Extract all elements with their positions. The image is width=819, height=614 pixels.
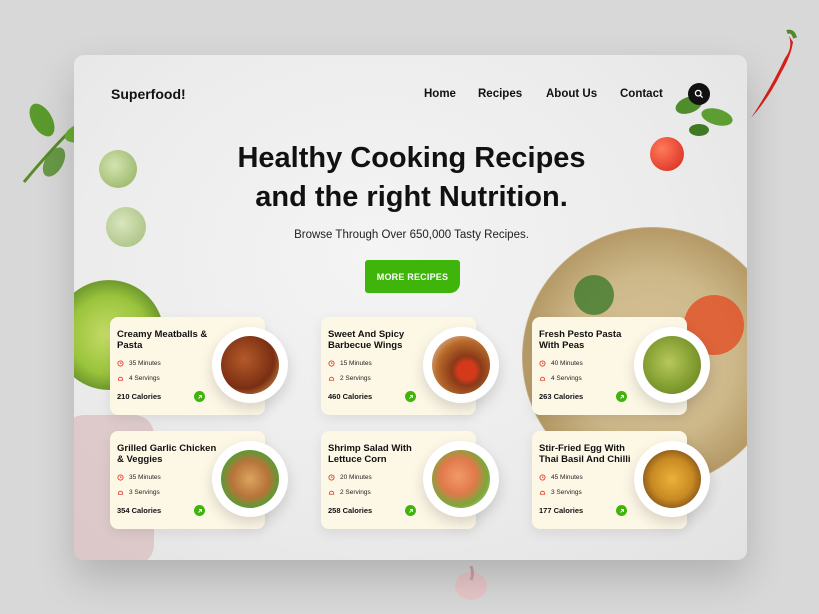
recipe-card[interactable]: Creamy Meatballs & Pasta 35 Minutes 4 Se…: [110, 317, 288, 415]
recipe-time: 35 Minutes: [117, 474, 161, 481]
arrow-up-right-icon: [619, 508, 624, 513]
serving-dish-icon: [539, 490, 546, 495]
recipe-image: [212, 441, 288, 517]
recipe-servings: 2 Servings: [328, 375, 371, 382]
recipe-title: Fresh Pesto Pasta With Peas: [539, 329, 622, 351]
serving-dish-icon: [328, 376, 335, 381]
recipe-card[interactable]: Stir-Fried Egg With Thai Basil And Chill…: [532, 431, 710, 529]
brussels-sprout-decoration: [99, 150, 137, 188]
arrow-up-right-icon: [197, 394, 202, 399]
garlic-decoration: [455, 565, 487, 600]
recipe-time: 40 Minutes: [539, 360, 583, 367]
search-icon: [694, 89, 704, 99]
serving-dish-icon: [328, 490, 335, 495]
recipe-servings: 3 Servings: [117, 489, 160, 496]
open-recipe-button[interactable]: [616, 505, 627, 516]
recipe-title: Sweet And Spicy Barbecue Wings: [328, 329, 405, 351]
recipe-servings: 4 Servings: [539, 375, 582, 382]
broccoli-decoration: [574, 275, 614, 315]
recipe-card[interactable]: Fresh Pesto Pasta With Peas 40 Minutes 4…: [532, 317, 710, 415]
recipe-title: Stir-Fried Egg With Thai Basil And Chill…: [539, 443, 631, 465]
open-recipe-button[interactable]: [194, 391, 205, 402]
pesto-pasta-image: [643, 336, 701, 394]
hero-subtitle: Browse Through Over 650,000 Tasty Recipe…: [294, 229, 529, 241]
arrow-up-right-icon: [408, 394, 413, 399]
chili-decoration: [751, 29, 797, 118]
grilled-chicken-image: [221, 450, 279, 508]
recipe-calories: 460 Calories: [328, 392, 373, 401]
recipe-image: [423, 441, 499, 517]
recipe-card[interactable]: Grilled Garlic Chicken & Veggies 35 Minu…: [110, 431, 288, 529]
serving-dish-icon: [117, 490, 124, 495]
recipe-time: 45 Minutes: [539, 474, 583, 481]
recipe-card[interactable]: Sweet And Spicy Barbecue Wings 15 Minute…: [321, 317, 499, 415]
top-navigation: Superfood! Home Recipes About Us Contact: [74, 55, 747, 135]
open-recipe-button[interactable]: [405, 505, 416, 516]
recipe-image: [634, 441, 710, 517]
brand-logo[interactable]: Superfood!: [111, 86, 186, 102]
recipe-calories: 263 Calories: [539, 392, 584, 401]
hero-title: Healthy Cooking Recipes and the right Nu…: [174, 139, 649, 217]
barbecue-wings-image: [432, 336, 490, 394]
clock-icon: [539, 360, 546, 367]
open-recipe-button[interactable]: [616, 391, 627, 402]
stir-fried-egg-image: [643, 450, 701, 508]
open-recipe-button[interactable]: [405, 391, 416, 402]
recipe-calories: 177 Calories: [539, 506, 584, 515]
recipe-calories: 210 Calories: [117, 392, 162, 401]
serving-dish-icon: [539, 376, 546, 381]
search-button[interactable]: [688, 83, 710, 105]
recipe-image: [423, 327, 499, 403]
brussels-sprout-decoration: [106, 207, 146, 247]
arrow-up-right-icon: [408, 508, 413, 513]
recipe-servings: 2 Servings: [328, 489, 371, 496]
recipe-image: [634, 327, 710, 403]
recipe-calories: 258 Calories: [328, 506, 373, 515]
open-recipe-button[interactable]: [194, 505, 205, 516]
clock-icon: [328, 360, 335, 367]
recipe-title: Shrimp Salad With Lettuce Corn: [328, 443, 412, 465]
clock-icon: [117, 360, 124, 367]
nav-home[interactable]: Home: [424, 88, 456, 100]
recipe-title: Grilled Garlic Chicken & Veggies: [117, 443, 217, 465]
recipe-card[interactable]: Shrimp Salad With Lettuce Corn 20 Minute…: [321, 431, 499, 529]
nav-contact[interactable]: Contact: [620, 88, 663, 100]
recipe-image: [212, 327, 288, 403]
arrow-up-right-icon: [619, 394, 624, 399]
hero-card: Superfood! Home Recipes About Us Contact…: [74, 55, 747, 560]
recipe-servings: 4 Servings: [117, 375, 160, 382]
recipe-time: 20 Minutes: [328, 474, 372, 481]
recipe-time: 15 Minutes: [328, 360, 372, 367]
recipe-servings: 3 Servings: [539, 489, 582, 496]
clock-icon: [539, 474, 546, 481]
meatballs-pasta-image: [221, 336, 279, 394]
shrimp-salad-image: [432, 450, 490, 508]
arrow-up-right-icon: [197, 508, 202, 513]
clock-icon: [117, 474, 124, 481]
serving-dish-icon: [117, 376, 124, 381]
hero-title-line-1: Healthy Cooking Recipes: [237, 142, 586, 174]
hero-title-line-2: and the right Nutrition.: [255, 181, 568, 213]
recipe-title: Creamy Meatballs & Pasta: [117, 329, 208, 351]
recipe-calories: 354 Calories: [117, 506, 162, 515]
clock-icon: [328, 474, 335, 481]
more-recipes-button[interactable]: MORE RECIPES: [365, 260, 460, 293]
nav-recipes[interactable]: Recipes: [478, 88, 522, 100]
recipe-time: 35 Minutes: [117, 360, 161, 367]
nav-about-us[interactable]: About Us: [546, 88, 597, 100]
